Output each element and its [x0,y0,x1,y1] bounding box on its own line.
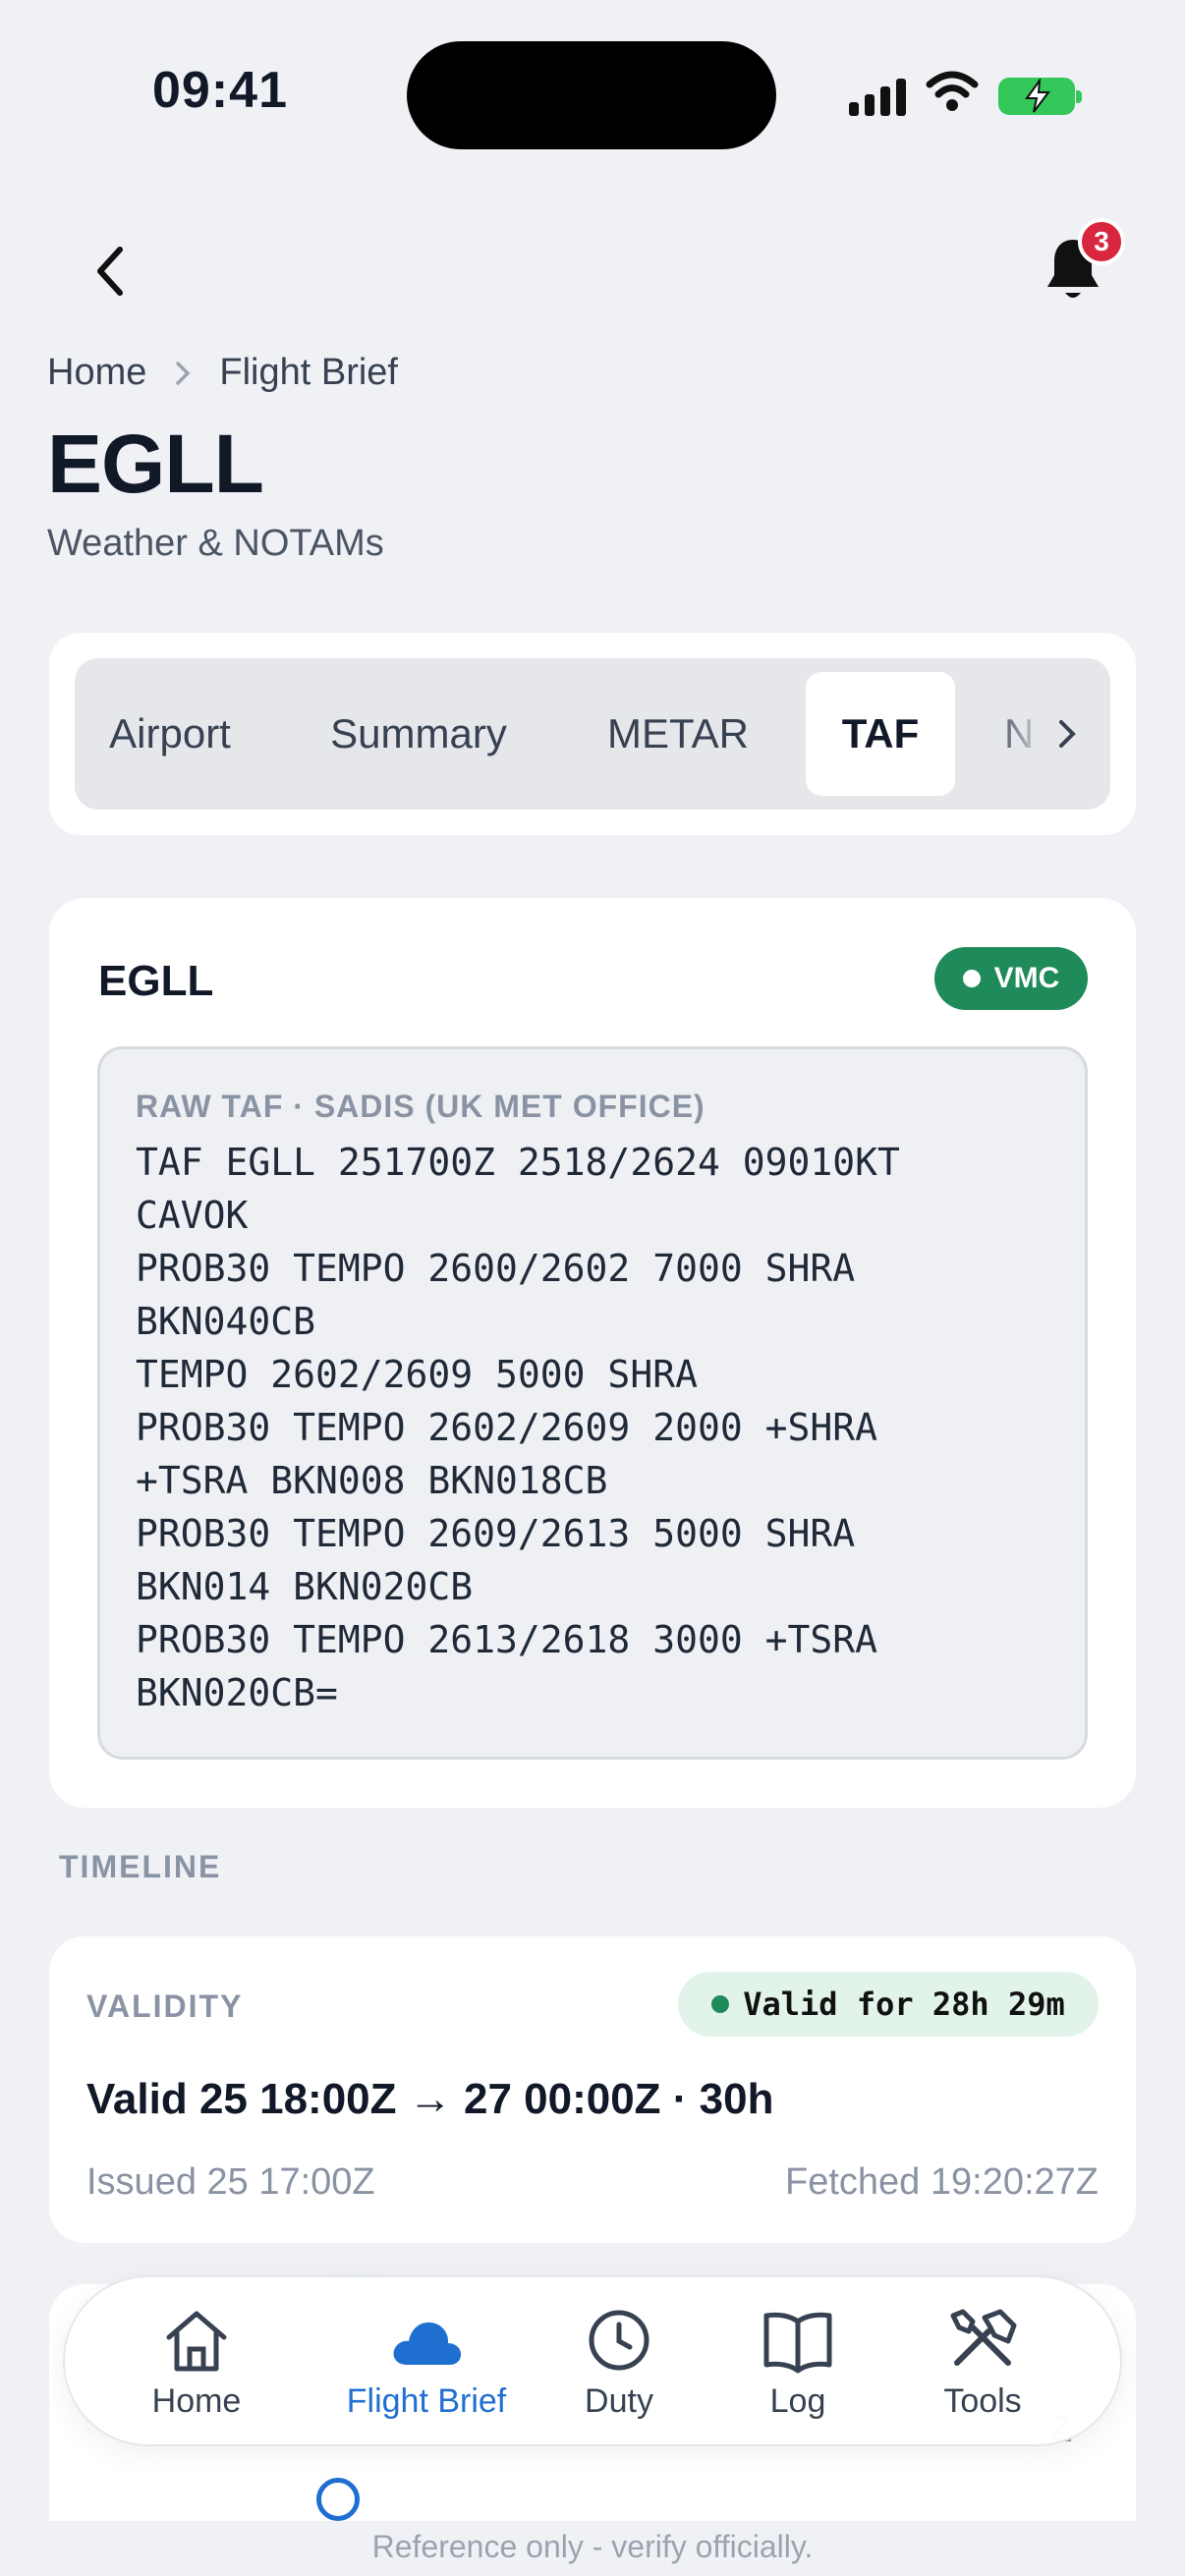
tab-airport[interactable]: Airport [98,672,242,796]
nav-flight-brief[interactable]: Flight Brief [318,2277,535,2448]
status-dot-icon [962,970,981,987]
breadcrumb: Home Flight Brief [47,352,398,394]
validity-label: VALIDITY [86,1988,244,2024]
validity-period: Valid 25 18:00Z → 27 00:00Z · 30h [86,2075,774,2123]
tools-icon [950,2309,1017,2366]
chevron-right-icon [1059,720,1076,748]
page-title: EGLL [47,418,264,510]
status-time: 09:41 [152,62,288,119]
fetched-time: Fetched 19:20:27Z [785,2161,1099,2203]
nav-duty[interactable]: Duty [562,2277,676,2448]
tab-taf[interactable]: TAF [806,672,955,796]
cloud-icon [393,2322,462,2365]
home-icon [166,2311,227,2371]
tab-scroll-right[interactable] [992,658,1110,810]
nav-home[interactable]: Home [130,2277,263,2448]
nav-tools[interactable]: Tools [922,2277,1044,2448]
book-icon [763,2312,832,2373]
cellular-signal-icon [849,77,906,116]
tab-bar: Airport Summary METAR TAF N [75,658,1110,810]
nav-log[interactable]: Log [741,2277,855,2448]
validity-status-badge: Valid for 28h 29m [678,1972,1099,2037]
validity-status-text: Valid for 28h 29m [743,1986,1065,2023]
station-code: EGLL [98,957,214,1005]
wifi-icon [926,71,979,111]
chevron-right-icon [176,361,191,385]
footer-disclaimer: Reference only - verify officially. [371,2529,814,2564]
vmc-badge: VMC [934,947,1088,1010]
vmc-badge-label: VMC [993,962,1060,994]
tab-summary[interactable]: Summary [320,672,517,796]
scroll-indicator-ring [316,2478,360,2521]
nav-home-label: Home [151,2381,242,2420]
issued-time: Issued 25 17:00Z [86,2161,375,2203]
back-chevron-icon[interactable] [90,242,130,301]
charging-bolt-icon [1025,79,1050,113]
dynamic-island [407,41,776,149]
raw-taf-text: TAF EGLL 251700Z 2518/2624 09010KT CAVOK… [136,1141,900,1714]
breadcrumb-home[interactable]: Home [47,352,146,394]
nav-duty-label: Duty [585,2381,653,2420]
status-dot-icon [711,1995,730,2013]
breadcrumb-current: Flight Brief [219,352,398,393]
raw-taf-label: RAW TAF · SADIS (UK MET OFFICE) [136,1089,705,1124]
timeline-section-label: TIMELINE [59,1849,222,1884]
tab-metar[interactable]: METAR [603,672,753,796]
nav-tools-label: Tools [943,2381,1022,2420]
nav-flight-brief-label: Flight Brief [346,2381,507,2420]
notification-badge: 3 [1078,218,1125,265]
clock-icon [589,2310,649,2370]
nav-log-label: Log [769,2381,826,2420]
bottom-nav: Home Flight Brief Duty Log Tools [63,2275,1122,2446]
page-subtitle: Weather & NOTAMs [47,523,384,564]
